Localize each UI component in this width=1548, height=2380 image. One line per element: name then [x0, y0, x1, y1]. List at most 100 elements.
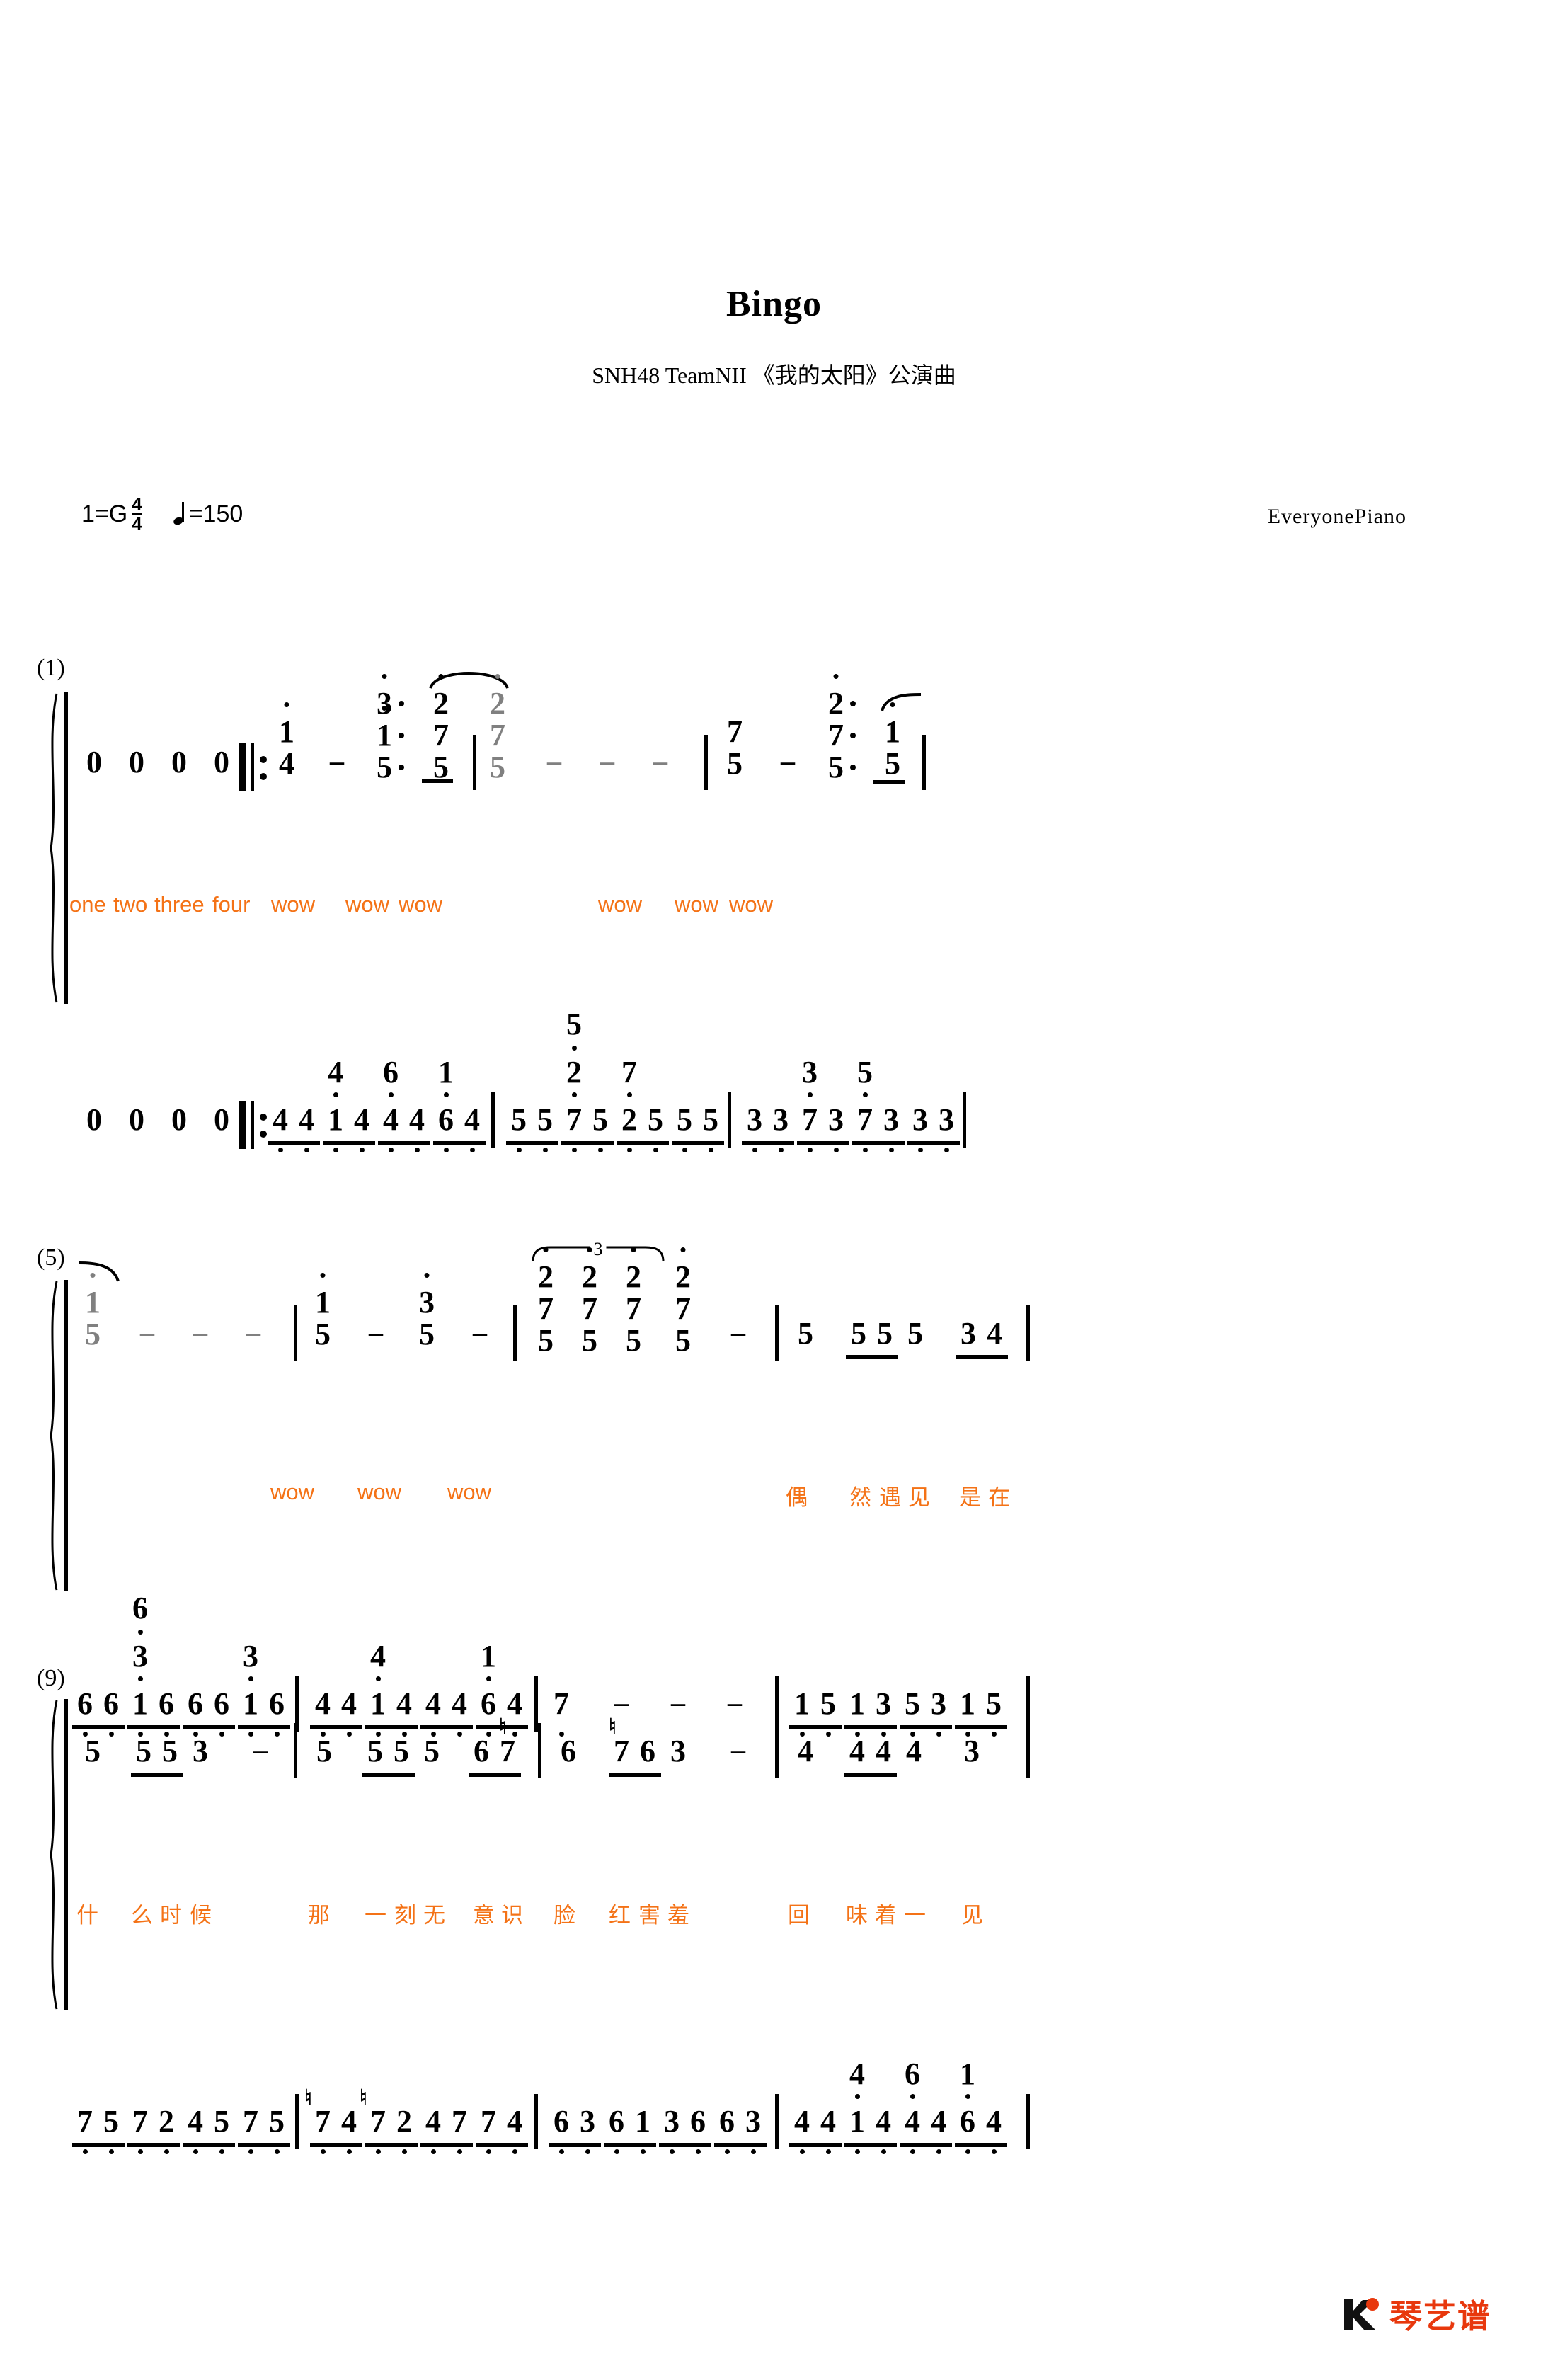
page-title: Bingo [726, 284, 822, 324]
tempo-marking: =150 [173, 500, 243, 528]
bass-note: 3 [664, 2104, 680, 2139]
melody-note: 4 [987, 1316, 1002, 1351]
bass-note: 5 [537, 1102, 553, 1137]
bass-note: 7 [481, 2104, 496, 2139]
note-dash: – [731, 1734, 745, 1766]
lyric-syllable: 偶 [786, 1485, 808, 1510]
lyric-syllable: 着 [875, 1903, 897, 1928]
system-1: (1) 0 0 0 0 14 – 315 275 2 7 5 – – – 7 5… [37, 655, 1508, 1152]
bass-note: 4 [425, 2104, 441, 2139]
tie-arc [880, 692, 922, 712]
melody-note: 6 [640, 1734, 655, 1768]
bass-note: 4 [986, 2104, 1002, 2139]
chord-note: 14 [270, 702, 303, 780]
bass-note: 4 [409, 1102, 425, 1137]
bass-note-top: 5 [566, 1007, 582, 1041]
beam [907, 1141, 960, 1145]
lyric-syllable: wow [357, 1480, 402, 1504]
key-label: 1=G [81, 500, 128, 527]
lyric-syllable: 然 [849, 1485, 871, 1510]
beam [561, 1141, 614, 1145]
barline [534, 2094, 538, 2149]
beam [797, 1141, 849, 1145]
barline [1026, 1723, 1030, 1778]
bass-note: 7 [243, 2104, 258, 2139]
bass-note-upper: 4 [370, 1639, 386, 1674]
beam [420, 2143, 473, 2147]
lyrics-row-2: wow wow wow 偶 然 遇 见 是 在 [42, 1480, 1508, 1522]
bass-note: 7 [857, 1102, 873, 1137]
lyric-syllable: wow [729, 892, 774, 917]
barline [963, 1092, 966, 1148]
bass-note: 2 [159, 2104, 174, 2139]
note-rest: 0 [171, 745, 187, 779]
chord-note: 275 [425, 674, 457, 784]
measure-number-1: (1) [37, 655, 65, 681]
beam [362, 1773, 415, 1777]
bass-note: 5 [648, 1102, 663, 1137]
bass-note: 7 [452, 2104, 467, 2139]
system-3: (9) 5 5 5 3 – 5 5 5 5 6 ♮ 7 6 ♮ 7 6 3 – … [37, 1665, 1508, 2154]
melody-note: 5 [367, 1734, 383, 1768]
barline [922, 735, 926, 790]
lyric-syllable: 见 [908, 1485, 930, 1510]
barline [728, 1092, 731, 1148]
melody-note: 5 [424, 1734, 440, 1768]
beam [956, 1355, 1008, 1359]
logo-mark-icon [1340, 2293, 1382, 2335]
melody-note: 5 [851, 1316, 866, 1351]
note-dash: – [369, 1316, 383, 1348]
beam [72, 2143, 125, 2147]
beam [846, 1355, 898, 1359]
treble-staff-3: 5 5 5 3 – 5 5 5 5 6 ♮ 7 6 ♮ 7 6 3 – 4 4 … [42, 1713, 1508, 1819]
bass-note: 5 [511, 1102, 527, 1137]
melody-note: 5 [798, 1316, 813, 1351]
barline [513, 1305, 517, 1361]
treble-staff-1: 0 0 0 0 14 – 315 275 275 – – – 7 5 – 2 7… [42, 672, 1508, 814]
lyric-syllable: one [69, 892, 106, 917]
chord-note: 275 [667, 1247, 699, 1357]
beam [506, 1141, 558, 1145]
chord-note: 75 [727, 714, 743, 781]
bass-note: 4 [820, 2104, 836, 2139]
lyric-syllable: wow [399, 892, 443, 917]
sheet-music-page: Bingo SNH48 TeamNII 《我的太阳》公演曲 1=G 4 4 =1… [0, 0, 1548, 2380]
lyric-syllable: 一 [365, 1903, 386, 1928]
melody-note: 5 [394, 1734, 409, 1768]
bass-note-upper: 1 [481, 1639, 496, 1674]
bass-note: 3 [747, 1102, 762, 1137]
bass-note: 6 [690, 2104, 706, 2139]
note-dash: – [600, 745, 614, 777]
bass-note: 7 [315, 2104, 331, 2139]
note-rest: 0 [214, 745, 229, 779]
lyric-syllable: 无 [423, 1903, 445, 1928]
barline [775, 2094, 779, 2149]
lyric-syllable: 红 [609, 1903, 631, 1928]
lyric-syllable: 时 [160, 1903, 182, 1928]
bass-note: 6 [438, 1102, 454, 1137]
lyric-syllable: 么 [131, 1903, 153, 1928]
time-denominator: 4 [132, 513, 142, 534]
system-2: (5) 15 – – – 15 – 35 – 3 2 7 5 2 7 5 2 7… [37, 1232, 1508, 1737]
bass-note-upper: 3 [243, 1639, 258, 1674]
bass-note: 3 [939, 1102, 954, 1137]
barline [294, 1723, 297, 1778]
beam [873, 780, 905, 784]
bass-note: 4 [354, 1102, 369, 1137]
barline [775, 1305, 779, 1361]
barline [1026, 1305, 1030, 1361]
lyric-syllable: 是 [959, 1485, 981, 1510]
chord-note: 315 [368, 674, 404, 784]
bass-staff-1: 0 0 0 0 4 4 4 1 4 6 4 4 1 6 4 5 5 5 2 7 … [42, 1007, 1508, 1152]
note-rest: 0 [129, 745, 144, 779]
bass-note: 2 [396, 2104, 412, 2139]
chord-note: 275 [820, 674, 856, 784]
note-rest: 0 [86, 745, 102, 779]
bass-note: 5 [592, 1102, 608, 1137]
lyric-syllable: 遇 [879, 1485, 901, 1510]
melody-note: 5 [907, 1316, 923, 1351]
bass-note: 7 [132, 2104, 148, 2139]
beam [238, 2143, 290, 2147]
chord-note: 275 [573, 1247, 606, 1357]
bass-note-upper: 1 [960, 2056, 975, 2091]
